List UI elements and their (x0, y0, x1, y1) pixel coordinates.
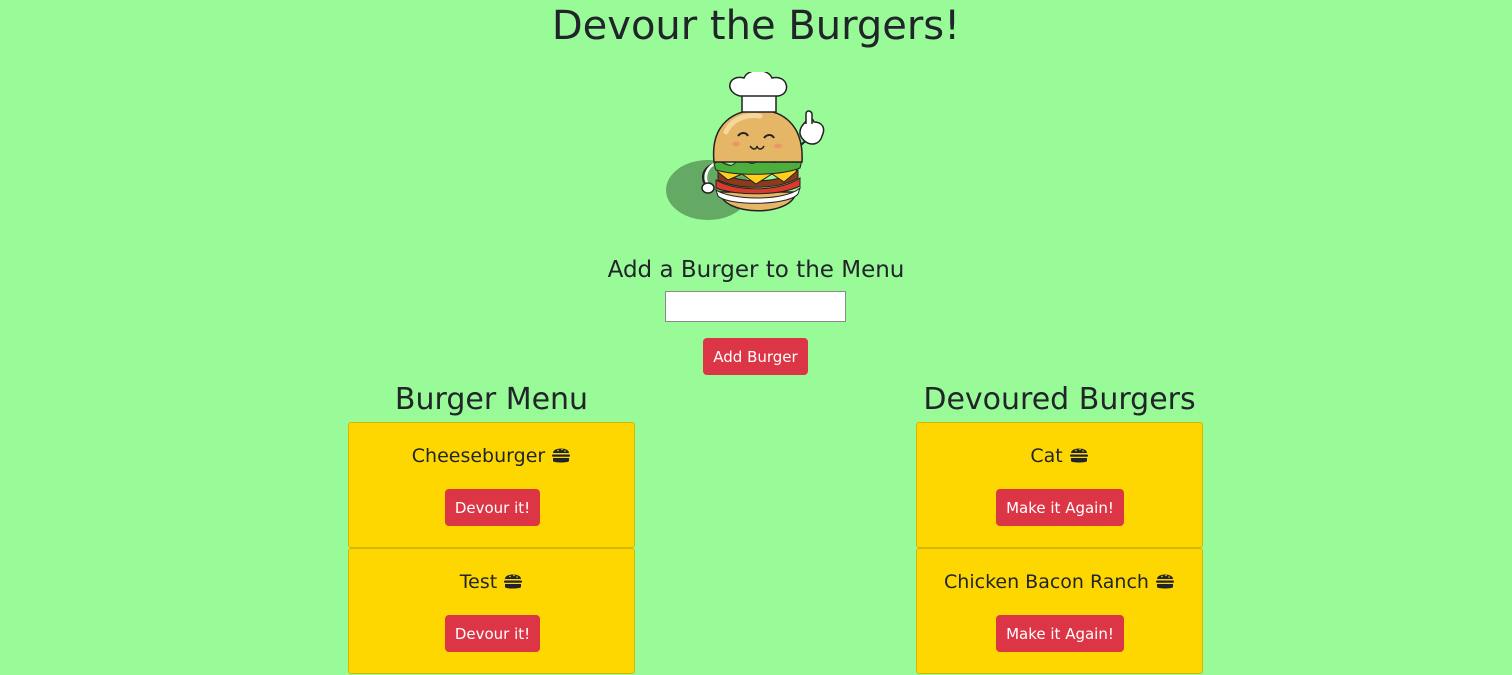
burger-name: Cat (1030, 445, 1063, 467)
devoured-burger-card: Chicken Bacon Ranch Make it Again! (916, 548, 1203, 674)
burger-card-title: Cat (917, 442, 1202, 472)
burger-chef-mascot-image (656, 69, 836, 228)
make-it-again-button[interactable]: Make it Again! (996, 489, 1124, 526)
page: Devour the Burgers! Add a Burger to the … (0, 0, 1512, 675)
add-burger-button[interactable]: Add Burger (703, 338, 808, 375)
hamburger-icon (503, 570, 523, 598)
hamburger-icon (1155, 570, 1175, 598)
burger-card-title: Chicken Bacon Ranch (917, 568, 1202, 598)
hamburger-icon (1069, 444, 1089, 472)
burger-card: Cheeseburger Devour it! (348, 422, 635, 548)
burger-name: Chicken Bacon Ranch (944, 571, 1149, 593)
devour-button[interactable]: Devour it! (445, 615, 540, 652)
burger-menu-heading: Burger Menu (394, 382, 589, 417)
add-burger-form-title: Add a Burger to the Menu (607, 257, 905, 283)
hamburger-icon (551, 444, 571, 472)
burger-name: Test (459, 571, 498, 593)
devour-button[interactable]: Devour it! (445, 489, 540, 526)
burger-card: Test Devour it! (348, 548, 635, 674)
burger-chef-mascot-icon (666, 69, 825, 220)
make-it-again-button[interactable]: Make it Again! (996, 615, 1124, 652)
page-title: Devour the Burgers! (551, 3, 961, 49)
burger-card-title: Cheeseburger (349, 442, 634, 472)
devoured-burger-card: Cat Make it Again! (916, 422, 1203, 548)
burger-card-title: Test (349, 568, 634, 598)
devoured-burgers-heading: Devoured Burgers (923, 382, 1196, 417)
burger-name: Cheeseburger (411, 445, 546, 467)
burger-name-input[interactable] (665, 291, 846, 322)
